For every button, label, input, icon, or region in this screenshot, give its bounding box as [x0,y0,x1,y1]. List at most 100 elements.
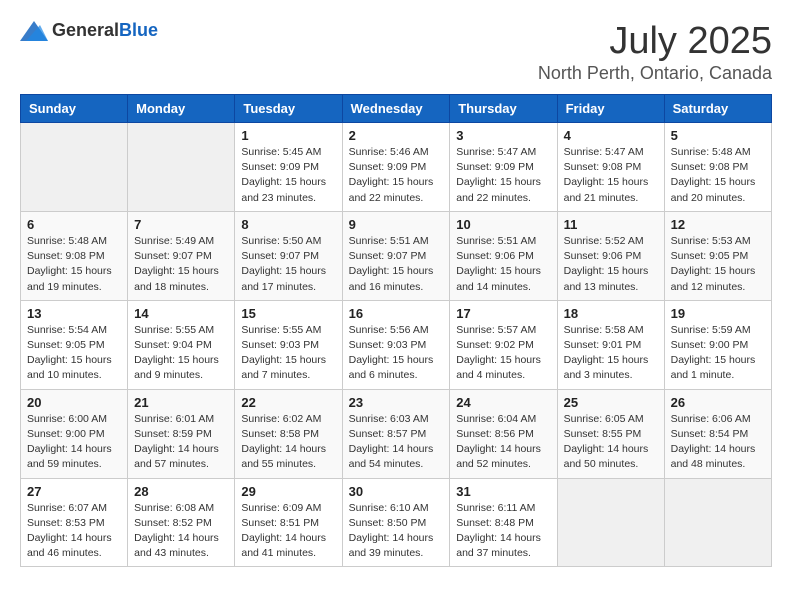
calendar-cell: 26 Sunrise: 6:06 AM Sunset: 8:54 PM Dayli… [664,389,771,478]
calendar-week-3: 13 Sunrise: 5:54 AM Sunset: 9:05 PM Dayli… [21,300,772,389]
calendar-cell: 1 Sunrise: 5:45 AM Sunset: 9:09 PM Daylig… [235,123,342,212]
day-number: 14 [134,306,228,321]
day-number: 16 [349,306,444,321]
calendar-cell: 12 Sunrise: 5:53 AM Sunset: 9:05 PM Dayli… [664,211,771,300]
day-info: Sunrise: 5:48 AM Sunset: 9:08 PM Dayligh… [671,145,765,206]
day-number: 17 [456,306,550,321]
logo-general: General [52,20,119,40]
day-info: Sunrise: 5:53 AM Sunset: 9:05 PM Dayligh… [671,234,765,295]
day-info: Sunrise: 5:49 AM Sunset: 9:07 PM Dayligh… [134,234,228,295]
day-number: 10 [456,217,550,232]
calendar-cell: 25Sunrise: 6:05 AM Sunset: 8:55 PM Dayli… [557,389,664,478]
day-number: 31 [456,484,550,499]
calendar-cell: 13 Sunrise: 5:54 AM Sunset: 9:05 PM Dayli… [21,300,128,389]
month-title: July 2025 [538,20,772,63]
calendar-cell: 16 Sunrise: 5:56 AM Sunset: 9:03 PM Dayli… [342,300,450,389]
calendar-week-4: 20 Sunrise: 6:00 AM Sunset: 9:00 PM Dayli… [21,389,772,478]
day-info: Sunrise: 5:59 AM Sunset: 9:00 PM Dayligh… [671,323,765,384]
day-number: 21 [134,395,228,410]
calendar-cell: 5Sunrise: 5:48 AM Sunset: 9:08 PM Daylig… [664,123,771,212]
calendar-cell: 30 Sunrise: 6:10 AM Sunset: 8:50 PM Dayli… [342,478,450,567]
weekday-header-saturday: Saturday [664,95,771,123]
logo-blue: Blue [119,20,158,40]
day-number: 18 [564,306,658,321]
calendar-cell: 21Sunrise: 6:01 AM Sunset: 8:59 PM Dayli… [128,389,235,478]
logo-text: GeneralBlue [52,20,158,41]
day-number: 8 [241,217,335,232]
calendar-cell: 22Sunrise: 6:02 AM Sunset: 8:58 PM Dayli… [235,389,342,478]
calendar-cell: 7 Sunrise: 5:49 AM Sunset: 9:07 PM Daylig… [128,211,235,300]
day-info: Sunrise: 5:47 AM Sunset: 9:09 PM Dayligh… [456,145,550,206]
logo-icon [20,21,48,41]
weekday-header-sunday: Sunday [21,95,128,123]
day-number: 22 [241,395,335,410]
calendar-cell: 15 Sunrise: 5:55 AM Sunset: 9:03 PM Dayli… [235,300,342,389]
day-info: Sunrise: 6:07 AM Sunset: 8:53 PM Dayligh… [27,501,121,562]
day-info: Sunrise: 5:58 AM Sunset: 9:01 PM Dayligh… [564,323,658,384]
day-info: Sunrise: 5:55 AM Sunset: 9:03 PM Dayligh… [241,323,335,384]
day-number: 26 [671,395,765,410]
day-info: Sunrise: 6:00 AM Sunset: 9:00 PM Dayligh… [27,412,121,473]
calendar-cell: 19 Sunrise: 5:59 AM Sunset: 9:00 PM Dayli… [664,300,771,389]
day-number: 29 [241,484,335,499]
weekday-header-wednesday: Wednesday [342,95,450,123]
day-info: Sunrise: 6:04 AM Sunset: 8:56 PM Dayligh… [456,412,550,473]
day-info: Sunrise: 5:52 AM Sunset: 9:06 PM Dayligh… [564,234,658,295]
day-info: Sunrise: 5:54 AM Sunset: 9:05 PM Dayligh… [27,323,121,384]
calendar-cell: 24 Sunrise: 6:04 AM Sunset: 8:56 PM Dayli… [450,389,557,478]
calendar-cell: 18 Sunrise: 5:58 AM Sunset: 9:01 PM Dayli… [557,300,664,389]
day-info: Sunrise: 6:06 AM Sunset: 8:54 PM Dayligh… [671,412,765,473]
day-info: Sunrise: 5:55 AM Sunset: 9:04 PM Dayligh… [134,323,228,384]
day-number: 30 [349,484,444,499]
day-info: Sunrise: 5:46 AM Sunset: 9:09 PM Dayligh… [349,145,444,206]
day-info: Sunrise: 5:56 AM Sunset: 9:03 PM Dayligh… [349,323,444,384]
calendar-cell: 9 Sunrise: 5:51 AM Sunset: 9:07 PM Daylig… [342,211,450,300]
calendar-cell: 29 Sunrise: 6:09 AM Sunset: 8:51 PM Dayli… [235,478,342,567]
day-info: Sunrise: 6:09 AM Sunset: 8:51 PM Dayligh… [241,501,335,562]
calendar-cell: 14 Sunrise: 5:55 AM Sunset: 9:04 PM Dayli… [128,300,235,389]
day-number: 24 [456,395,550,410]
day-number: 23 [349,395,444,410]
calendar-cell: 4Sunrise: 5:47 AM Sunset: 9:08 PM Daylig… [557,123,664,212]
day-info: Sunrise: 6:10 AM Sunset: 8:50 PM Dayligh… [349,501,444,562]
day-number: 13 [27,306,121,321]
calendar-cell [557,478,664,567]
weekday-header-row: SundayMondayTuesdayWednesdayThursdayFrid… [21,95,772,123]
day-number: 20 [27,395,121,410]
page-header: GeneralBlue July 2025 North Perth, Ontar… [20,20,772,84]
day-number: 9 [349,217,444,232]
calendar-cell [21,123,128,212]
day-number: 19 [671,306,765,321]
weekday-header-friday: Friday [557,95,664,123]
calendar-cell: 11 Sunrise: 5:52 AM Sunset: 9:06 PM Dayli… [557,211,664,300]
title-area: July 2025 North Perth, Ontario, Canada [538,20,772,84]
day-number: 2 [349,128,444,143]
day-info: Sunrise: 6:05 AM Sunset: 8:55 PM Dayligh… [564,412,658,473]
weekday-header-monday: Monday [128,95,235,123]
calendar-cell: 31Sunrise: 6:11 AM Sunset: 8:48 PM Dayli… [450,478,557,567]
calendar-cell: 28Sunrise: 6:08 AM Sunset: 8:52 PM Dayli… [128,478,235,567]
calendar-cell: 17Sunrise: 5:57 AM Sunset: 9:02 PM Dayli… [450,300,557,389]
day-number: 15 [241,306,335,321]
day-number: 27 [27,484,121,499]
calendar-cell [664,478,771,567]
day-info: Sunrise: 5:48 AM Sunset: 9:08 PM Dayligh… [27,234,121,295]
location-title: North Perth, Ontario, Canada [538,63,772,84]
day-info: Sunrise: 5:45 AM Sunset: 9:09 PM Dayligh… [241,145,335,206]
day-number: 1 [241,128,335,143]
day-number: 12 [671,217,765,232]
calendar-week-5: 27 Sunrise: 6:07 AM Sunset: 8:53 PM Dayli… [21,478,772,567]
day-info: Sunrise: 5:51 AM Sunset: 9:07 PM Dayligh… [349,234,444,295]
weekday-header-tuesday: Tuesday [235,95,342,123]
calendar-cell: 23Sunrise: 6:03 AM Sunset: 8:57 PM Dayli… [342,389,450,478]
calendar-cell: 3Sunrise: 5:47 AM Sunset: 9:09 PM Daylig… [450,123,557,212]
calendar-cell: 20 Sunrise: 6:00 AM Sunset: 9:00 PM Dayli… [21,389,128,478]
day-info: Sunrise: 5:47 AM Sunset: 9:08 PM Dayligh… [564,145,658,206]
day-info: Sunrise: 5:51 AM Sunset: 9:06 PM Dayligh… [456,234,550,295]
day-info: Sunrise: 5:50 AM Sunset: 9:07 PM Dayligh… [241,234,335,295]
day-info: Sunrise: 6:08 AM Sunset: 8:52 PM Dayligh… [134,501,228,562]
logo: GeneralBlue [20,20,158,41]
day-number: 11 [564,217,658,232]
weekday-header-thursday: Thursday [450,95,557,123]
day-number: 7 [134,217,228,232]
